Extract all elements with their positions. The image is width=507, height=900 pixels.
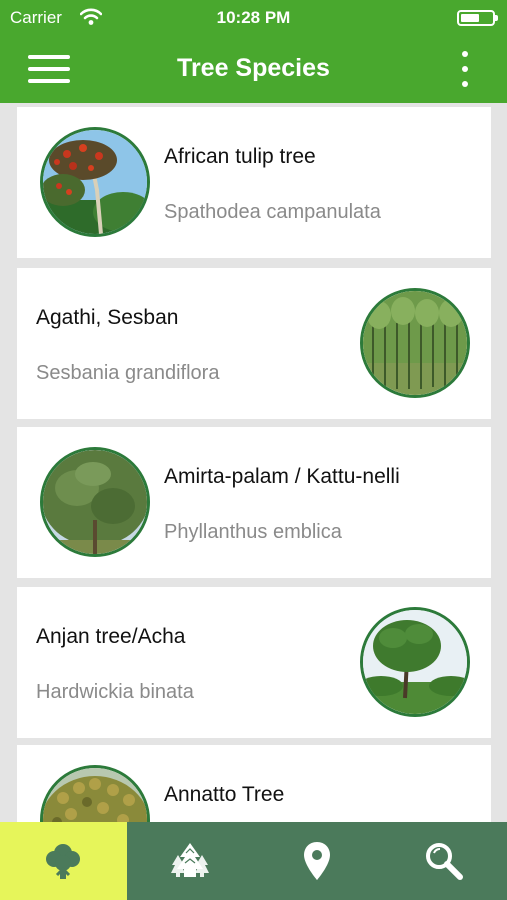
search-icon (425, 843, 463, 880)
status-bar: Carrier 10:28 PM (0, 0, 507, 34)
species-common-name: Anjan tree/Acha (36, 625, 186, 648)
species-card[interactable]: Annatto Tree (17, 745, 491, 822)
species-common-name: Agathi, Sesban (36, 306, 179, 329)
species-card[interactable]: Agathi, Sesban Sesbania grandiflora (17, 268, 491, 419)
species-card[interactable]: Amirta-palam / Kattu-nelli Phyllanthus e… (17, 427, 491, 578)
app-bar: Tree Species (0, 34, 507, 103)
tab-search[interactable] (380, 822, 507, 900)
more-vertical-icon[interactable] (459, 50, 471, 88)
species-photo-agathi-sesban (360, 288, 470, 398)
page-title: Tree Species (177, 54, 330, 82)
species-photo-anjan-tree (360, 607, 470, 717)
species-photo-amirta-palam (40, 447, 150, 557)
bottom-tab-bar (0, 822, 507, 900)
battery-icon (457, 10, 498, 26)
tab-locations[interactable] (254, 822, 381, 900)
species-scientific-name: Sesbania grandiflora (36, 362, 220, 384)
species-photo-annatto-tree (40, 765, 150, 822)
species-common-name: African tulip tree (164, 145, 316, 168)
species-photo-african-tulip-tree (40, 127, 150, 237)
species-scientific-name: Spathodea campanulata (164, 201, 381, 223)
species-card[interactable]: Anjan tree/Acha Hardwickia binata (17, 587, 491, 738)
species-scientific-name: Hardwickia binata (36, 681, 194, 703)
species-common-name: Amirta-palam / Kattu-nelli (164, 465, 400, 488)
species-list[interactable]: African tulip tree Spathodea campanulata (0, 103, 507, 822)
status-time: 10:28 PM (216, 8, 291, 27)
species-scientific-name: Phyllanthus emblica (164, 521, 342, 543)
tree-icon (46, 844, 81, 879)
tab-trees[interactable] (0, 822, 127, 900)
forest-icon (171, 843, 210, 877)
species-common-name: Annatto Tree (164, 783, 285, 806)
tab-forests[interactable] (127, 822, 254, 900)
species-card[interactable]: African tulip tree Spathodea campanulata (17, 107, 491, 258)
location-pin-icon (303, 842, 330, 880)
